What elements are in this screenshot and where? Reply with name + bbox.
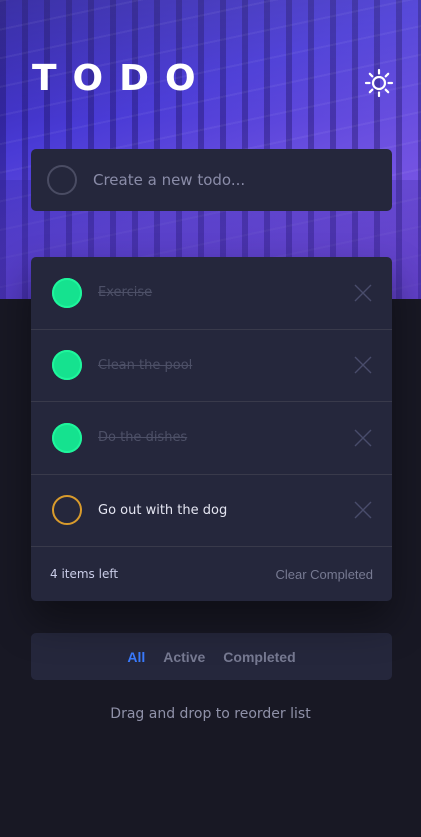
todo-text: Exercise	[98, 285, 153, 301]
new-todo-bar	[31, 149, 392, 211]
todo-checkbox-checked[interactable]	[52, 422, 82, 453]
list-footer: 4 items left Clear Completed	[31, 547, 392, 601]
new-todo-check-circle[interactable]	[47, 165, 77, 195]
close-icon[interactable]	[354, 429, 372, 447]
todo-text: Go out with the dog	[98, 502, 228, 518]
todo-text: Do the dishes	[98, 430, 188, 446]
filter-active[interactable]: Active	[163, 649, 205, 665]
theme-toggle-button[interactable]	[364, 68, 394, 98]
close-icon[interactable]	[354, 284, 372, 302]
todo-checkbox-unchecked[interactable]	[52, 495, 82, 526]
filter-completed[interactable]: Completed	[223, 649, 295, 665]
filter-bar: All Active Completed	[31, 633, 392, 680]
app-title: TODO	[32, 58, 212, 99]
filter-all[interactable]: All	[127, 649, 145, 665]
close-icon[interactable]	[354, 356, 372, 374]
todo-checkbox-checked[interactable]	[52, 277, 82, 308]
new-todo-input[interactable]	[93, 171, 353, 189]
todo-text: Clean the pool	[98, 357, 193, 373]
todo-checkbox-checked[interactable]	[52, 350, 82, 381]
sun-icon	[364, 68, 394, 98]
todo-item[interactable]: Exercise	[31, 257, 392, 330]
drag-hint: Drag and drop to reorder list	[110, 706, 311, 722]
items-left-count: 4 items left	[50, 567, 119, 581]
todo-list: Exercise Clean the pool Do the dishes Go…	[31, 257, 392, 601]
todo-item[interactable]: Do the dishes	[31, 402, 392, 475]
todo-item[interactable]: Clean the pool	[31, 330, 392, 402]
clear-completed-button[interactable]: Clear Completed	[275, 567, 373, 582]
todo-item[interactable]: Go out with the dog	[31, 475, 392, 547]
close-icon[interactable]	[354, 501, 372, 519]
